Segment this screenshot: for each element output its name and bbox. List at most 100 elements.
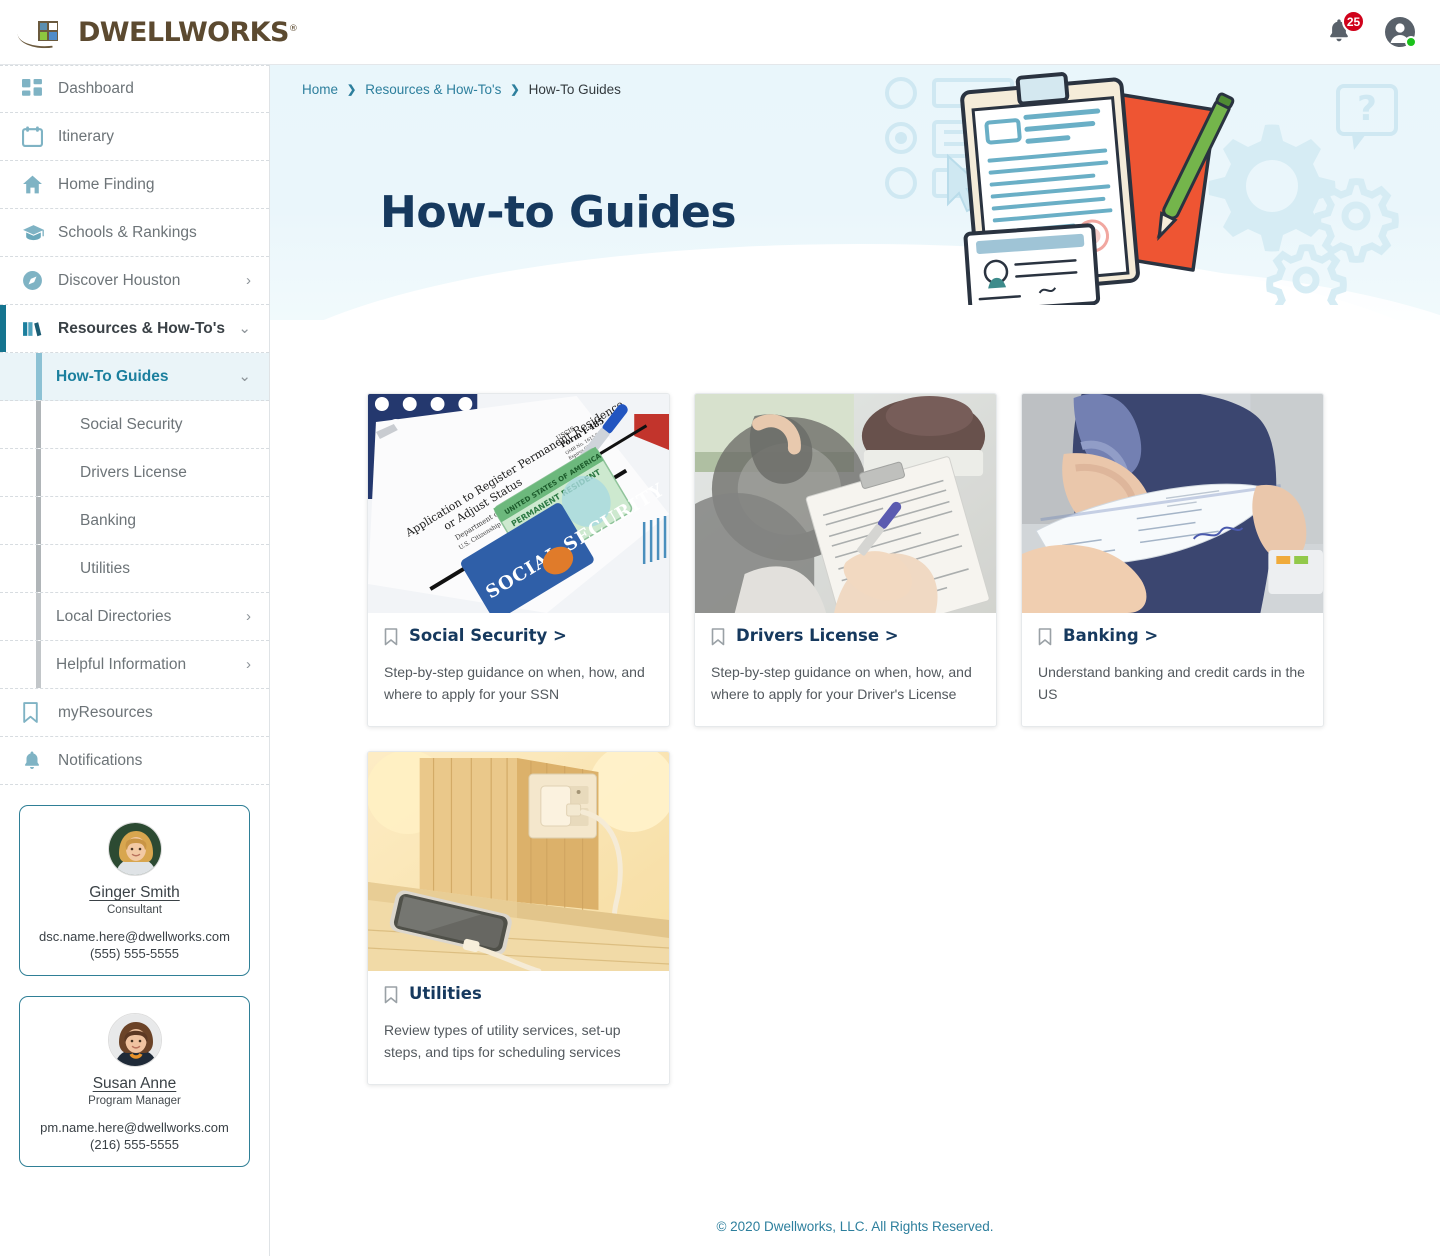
card-body: Drivers License > Step-by-step guidance … (695, 613, 996, 726)
chevron-right-icon: ❯ (510, 84, 520, 96)
graduation-cap-icon (22, 221, 48, 245)
sidebar-item-label: Social Security (80, 415, 183, 433)
sidebar-item-local-directories[interactable]: Local Directories › (0, 593, 269, 641)
chevron-right-icon: › (246, 272, 251, 289)
page-hero: ? Home ❯ Resources & How-To's ❯ How-To G… (270, 65, 1440, 320)
guide-card-utilities[interactable]: Utilities Review types of utility servic… (367, 750, 670, 1085)
card-title[interactable]: Drivers License > (736, 626, 899, 646)
sidebar-item-home-finding[interactable]: Home Finding (0, 161, 269, 209)
bookmark-icon[interactable] (711, 628, 725, 651)
sidebar-item-label: Helpful Information (56, 655, 187, 673)
bookmark-icon[interactable] (384, 628, 398, 651)
guide-card-drivers-license[interactable]: Drivers License > Step-by-step guidance … (694, 393, 997, 727)
card-description: Step-by-step guidance on when, how, and … (384, 664, 645, 703)
sidebar: Dashboard Itinerary Home Finding Schools… (0, 65, 270, 1256)
notification-count-badge: 25 (1342, 10, 1365, 33)
guides-grid: Application to Register Permanent Reside… (367, 393, 1347, 1085)
card-description: Review types of utility services, set-up… (384, 1021, 621, 1061)
phone-charging-outlet-photo (368, 751, 669, 971)
sidebar-item-label: Schools & Rankings (58, 223, 197, 241)
chevron-right-icon: › (246, 656, 251, 673)
avatar (107, 1013, 162, 1067)
sidebar-item-resources-how-tos[interactable]: Resources & How-To's ⌄ (0, 305, 269, 353)
sidebar-item-how-to-guides[interactable]: How-To Guides ⌄ (0, 353, 269, 401)
top-bar-actions: 25 (1326, 10, 1417, 48)
sidebar-item-label: Local Directories (56, 607, 172, 625)
sidebar-item-social-security[interactable]: Social Security (0, 401, 269, 449)
card-header: Drivers License > (711, 626, 980, 651)
contact-card-consultant[interactable]: Ginger Smith Consultant dsc.name.here@dw… (19, 805, 250, 976)
contact-email[interactable]: dsc.name.here@dwellworks.com (30, 929, 239, 944)
footer-copyright: © 2020 Dwellworks, LLC. All Rights Reser… (716, 1219, 994, 1234)
page-title: How-to Guides (380, 187, 737, 238)
sidebar-item-banking[interactable]: Banking (0, 497, 269, 545)
card-title[interactable]: Social Security > (409, 626, 567, 646)
card-description: Step-by-step guidance on when, how, and … (711, 664, 972, 703)
contact-role: Consultant (107, 904, 162, 916)
sidebar-item-label: Utilities (80, 559, 130, 577)
contact-card-program-manager[interactable]: Susan Anne Program Manager pm.name.here@… (19, 996, 250, 1167)
main-content: ? Home ❯ Resources & How-To's ❯ How-To G… (270, 65, 1440, 1256)
notifications-button[interactable]: 25 (1326, 10, 1365, 47)
bell-icon (22, 749, 48, 773)
clipboard-document-gears-illustration-icon: ? (882, 70, 1412, 320)
bookmark-icon[interactable] (384, 985, 398, 1009)
sidebar-item-label: Banking (80, 511, 137, 529)
bookmark-icon (22, 701, 48, 725)
card-title[interactable]: Banking > (1063, 626, 1158, 646)
dashboard-grid-icon (22, 77, 48, 101)
card-body: Social Security > Step-by-step guidance … (368, 613, 669, 726)
account-menu-button[interactable] (1384, 16, 1417, 48)
compass-icon (22, 269, 48, 293)
card-description: Understand banking and credit cards in t… (1038, 664, 1305, 703)
sidebar-item-label: Discover Houston (58, 271, 181, 289)
breadcrumb-home-link[interactable]: Home (302, 82, 338, 97)
sidebar-item-label: Drivers License (80, 463, 187, 481)
card-body: Utilities Review types of utility servic… (368, 971, 669, 1084)
bookmark-icon[interactable] (1038, 628, 1052, 651)
card-title[interactable]: Utilities (409, 984, 482, 1004)
chevron-down-icon: ⌄ (238, 368, 251, 385)
online-status-dot (1405, 36, 1417, 48)
sidebar-item-drivers-license[interactable]: Drivers License (0, 449, 269, 497)
sidebar-item-label: How-To Guides (56, 367, 169, 385)
contact-role: Program Manager (88, 1095, 181, 1107)
chevron-right-icon: ❯ (347, 84, 357, 96)
chevron-right-icon: › (246, 608, 251, 625)
contact-name[interactable]: Ginger Smith (30, 884, 239, 902)
sidebar-item-myresources[interactable]: myResources (0, 689, 269, 737)
breadcrumb-current: How-To Guides (528, 82, 621, 97)
sidebar-item-label: Itinerary (58, 127, 114, 145)
sidebar-item-label: Resources & How-To's (58, 319, 226, 337)
breadcrumb-resources-link[interactable]: Resources & How-To's (365, 82, 501, 97)
sidebar-item-helpful-information[interactable]: Helpful Information › (0, 641, 269, 689)
driving-test-clipboard-photo (695, 394, 996, 613)
dwellworks-logo-mark-icon (17, 15, 80, 51)
sidebar-item-label: Dashboard (58, 80, 134, 97)
card-header: Banking > (1038, 626, 1307, 651)
sidebar-item-itinerary[interactable]: Itinerary (0, 113, 269, 161)
card-header: Social Security > (384, 626, 653, 651)
chevron-down-icon: ⌄ (238, 320, 251, 337)
sidebar-item-schools-rankings[interactable]: Schools & Rankings (0, 209, 269, 257)
brand-logo[interactable]: DWELLWORKS® (17, 15, 298, 51)
handing-over-check-photo (1022, 394, 1323, 613)
sidebar-item-dashboard[interactable]: Dashboard (0, 65, 269, 113)
guide-card-banking[interactable]: Banking > Understand banking and credit … (1021, 393, 1324, 727)
avatar (107, 822, 162, 876)
contact-name[interactable]: Susan Anne (30, 1075, 239, 1093)
card-body: Banking > Understand banking and credit … (1022, 613, 1323, 726)
sidebar-item-label: Notifications (58, 751, 143, 769)
books-icon (22, 317, 48, 341)
guide-card-social-security[interactable]: Application to Register Permanent Reside… (367, 393, 670, 727)
sidebar-item-notifications[interactable]: Notifications (0, 737, 269, 785)
sidebar-item-label: Home Finding (58, 175, 155, 193)
brand-logo-text: DWELLWORKS® (78, 16, 298, 48)
social-security-documents-photo: Application to Register Permanent Reside… (368, 394, 669, 613)
sidebar-item-discover-houston[interactable]: Discover Houston › (0, 257, 269, 305)
contact-email[interactable]: pm.name.here@dwellworks.com (30, 1120, 239, 1135)
contact-phone[interactable]: (555) 555-5555 (30, 946, 239, 961)
sidebar-item-utilities[interactable]: Utilities (0, 545, 269, 593)
breadcrumb: Home ❯ Resources & How-To's ❯ How-To Gui… (302, 82, 621, 97)
contact-phone[interactable]: (216) 555-5555 (30, 1137, 239, 1152)
